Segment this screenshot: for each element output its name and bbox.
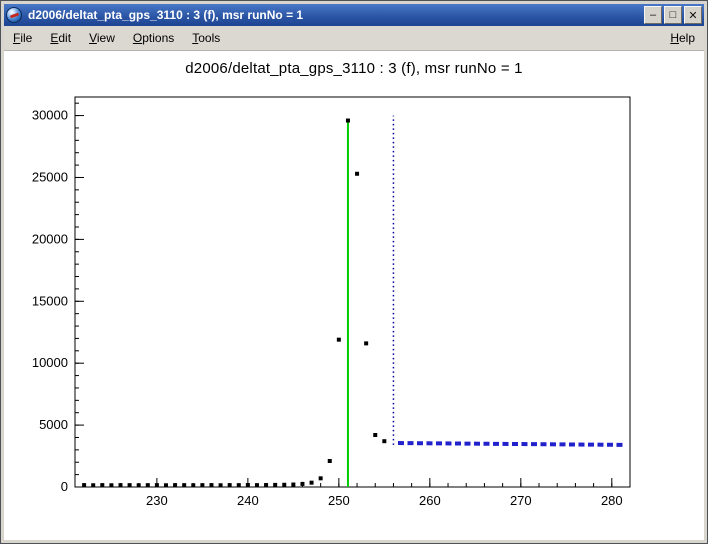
data-marker bbox=[109, 483, 113, 487]
plot-canvas[interactable]: d2006/deltat_pta_gps_3110 : 3 (f), msr r… bbox=[4, 51, 704, 540]
data-marker bbox=[273, 483, 277, 487]
x-tick-label: 250 bbox=[328, 493, 350, 508]
close-button[interactable]: ✕ bbox=[684, 6, 702, 24]
data-marker bbox=[173, 483, 177, 487]
menu-options[interactable]: Options bbox=[124, 26, 183, 50]
data-marker bbox=[319, 476, 323, 480]
x-tick-label: 240 bbox=[237, 493, 259, 508]
data-marker bbox=[310, 481, 314, 485]
data-marker bbox=[373, 433, 377, 437]
maximize-icon: □ bbox=[670, 9, 677, 21]
menu-group-right: Help bbox=[661, 26, 704, 50]
data-marker bbox=[291, 483, 295, 487]
data-marker bbox=[255, 483, 259, 487]
x-tick-label: 280 bbox=[601, 493, 623, 508]
minimize-button[interactable]: – bbox=[644, 6, 662, 24]
y-tick-label: 10000 bbox=[32, 355, 68, 370]
menu-spacer bbox=[229, 26, 661, 50]
histogram-data bbox=[82, 119, 386, 488]
data-marker bbox=[382, 439, 386, 443]
close-icon: ✕ bbox=[688, 9, 697, 22]
data-marker bbox=[346, 119, 350, 123]
data-marker bbox=[91, 483, 95, 487]
maximize-button[interactable]: □ bbox=[664, 6, 682, 24]
menubar: FileEditViewOptionsTools Help bbox=[4, 26, 704, 51]
y-tick-label: 25000 bbox=[32, 169, 68, 184]
data-marker bbox=[246, 483, 250, 487]
menu-tools[interactable]: Tools bbox=[183, 26, 229, 50]
data-marker bbox=[118, 483, 122, 487]
minimize-icon: – bbox=[650, 9, 656, 21]
plot-frame bbox=[75, 97, 630, 487]
data-marker bbox=[328, 459, 332, 463]
data-marker bbox=[164, 483, 168, 487]
titlebar[interactable]: d2006/deltat_pta_gps_3110 : 3 (f), msr r… bbox=[4, 4, 704, 26]
data-marker bbox=[228, 483, 232, 487]
y-axis: 0 5000 10000 15000 20000 25000 30000 bbox=[32, 103, 84, 494]
x-tick-label: 230 bbox=[146, 493, 168, 508]
data-marker bbox=[237, 483, 241, 487]
y-tick-label: 5000 bbox=[39, 417, 68, 432]
menu-view[interactable]: View bbox=[80, 26, 124, 50]
app-icon[interactable] bbox=[6, 7, 22, 23]
menu-help[interactable]: Help bbox=[661, 26, 704, 50]
data-marker bbox=[355, 172, 359, 176]
data-marker bbox=[282, 483, 286, 487]
data-marker bbox=[137, 483, 141, 487]
menu-edit[interactable]: Edit bbox=[41, 26, 80, 50]
y-tick-label: 20000 bbox=[32, 231, 68, 246]
data-marker bbox=[146, 483, 150, 487]
x-tick-label: 270 bbox=[510, 493, 532, 508]
data-marker bbox=[200, 483, 204, 487]
data-marker bbox=[82, 483, 86, 487]
menu-group-left: FileEditViewOptionsTools bbox=[4, 26, 229, 50]
data-marker bbox=[191, 483, 195, 487]
data-marker bbox=[100, 483, 104, 487]
data-marker bbox=[128, 483, 132, 487]
y-tick-label: 15000 bbox=[32, 293, 68, 308]
y-tick-label: 30000 bbox=[32, 108, 68, 123]
menu-file[interactable]: File bbox=[4, 26, 41, 50]
data-marker bbox=[219, 483, 223, 487]
plot-svg[interactable]: 230 240 250 260 270 280 0 5000 10000 15000 20000 25… bbox=[4, 51, 704, 540]
window-title: d2006/deltat_pta_gps_3110 : 3 (f), msr r… bbox=[28, 8, 642, 22]
data-marker bbox=[182, 483, 186, 487]
data-marker bbox=[300, 482, 304, 486]
data-marker bbox=[155, 483, 159, 487]
data-marker bbox=[337, 338, 341, 342]
x-tick-label: 260 bbox=[419, 493, 441, 508]
data-marker bbox=[209, 483, 213, 487]
x-axis: 230 240 250 260 270 280 bbox=[84, 478, 630, 508]
theory-curve bbox=[398, 443, 625, 445]
data-marker bbox=[264, 483, 268, 487]
data-marker bbox=[364, 341, 368, 345]
y-tick-label: 0 bbox=[61, 479, 68, 494]
app-window: d2006/deltat_pta_gps_3110 : 3 (f), msr r… bbox=[0, 0, 708, 544]
